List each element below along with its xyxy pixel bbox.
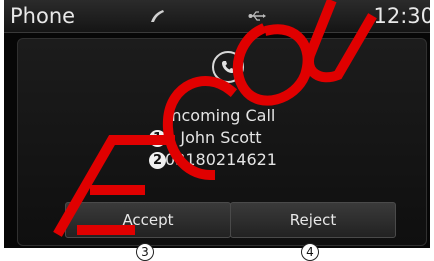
callout-marker-4: 4 xyxy=(301,243,319,261)
incoming-call-heading: Incoming Call xyxy=(166,106,276,125)
head-unit-screen: Phone 12:30 Incoming Call 1 John Scott 2… xyxy=(4,0,430,248)
status-bar: Phone 12:30 xyxy=(4,0,430,33)
caller-number: 03180214621 xyxy=(165,150,277,169)
accept-button[interactable]: Accept xyxy=(65,202,231,238)
reject-button[interactable]: Reject xyxy=(230,202,396,238)
callout-marker-3: 3 xyxy=(136,243,154,261)
usb-icon xyxy=(248,11,266,21)
clock: 12:30 xyxy=(373,4,430,28)
app-title: Phone xyxy=(10,4,76,28)
phone-call-icon xyxy=(212,51,244,83)
phone-handset-icon xyxy=(151,10,164,22)
caller-name: John Scott xyxy=(180,128,262,147)
